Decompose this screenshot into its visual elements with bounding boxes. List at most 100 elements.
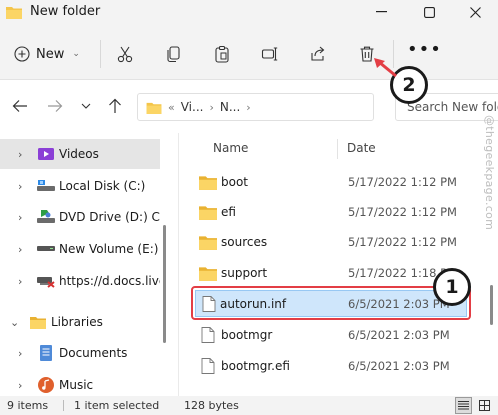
column-header-date[interactable]: Date xyxy=(347,141,376,155)
file-name: bootmgr xyxy=(221,328,273,342)
breadcrumb-segment[interactable]: N... xyxy=(220,100,240,114)
column-divider[interactable] xyxy=(337,139,338,159)
sidebar-item-new-volume[interactable]: › New Volume (E:) xyxy=(0,234,160,264)
file-name: bootmgr.efi xyxy=(221,359,290,373)
annotation-arrow xyxy=(374,58,397,78)
chevron-right-icon[interactable]: › xyxy=(18,211,22,224)
file-row[interactable]: boot 5/17/2022 1:12 PM xyxy=(191,168,481,196)
chevron-right-icon[interactable]: › xyxy=(18,347,22,360)
watermark: @thegeekpage.com xyxy=(483,115,496,231)
close-button[interactable] xyxy=(452,0,498,24)
file-date: 5/17/2022 1:12 PM xyxy=(348,205,457,219)
tiles-view-button[interactable] xyxy=(476,397,493,414)
cut-button[interactable] xyxy=(113,42,137,66)
chevron-right-icon: › xyxy=(246,100,251,114)
minimize-icon xyxy=(375,11,387,13)
clipboard-icon xyxy=(215,45,229,63)
column-header-name[interactable]: Name xyxy=(213,141,248,155)
folder-icon xyxy=(199,176,217,190)
chevron-right-icon[interactable]: › xyxy=(18,180,22,193)
copy-icon xyxy=(167,46,180,63)
up-button[interactable] xyxy=(104,95,126,117)
file-row[interactable]: efi 5/17/2022 1:12 PM xyxy=(191,198,481,226)
breadcrumb-segment[interactable]: Vi... xyxy=(181,100,204,114)
file-name: support xyxy=(221,266,268,280)
sidebar-scrollbar[interactable] xyxy=(163,225,166,343)
sidebar-item-music[interactable]: › Music xyxy=(0,370,160,396)
file-date: 6/5/2021 2:03 PM xyxy=(348,359,450,373)
folder-icon xyxy=(146,102,162,114)
search-placeholder: Search New folder xyxy=(407,100,498,114)
drive-icon xyxy=(37,242,55,256)
file-list: Name Date boot 5/17/2022 1:12 PM efi 5/1… xyxy=(178,133,498,396)
videos-icon xyxy=(37,147,55,161)
sidebar-item-documents[interactable]: › Documents xyxy=(0,338,160,368)
sidebar-item-local-disk[interactable]: › Local Disk (C:) xyxy=(0,171,160,201)
sidebar-item-videos[interactable]: › Videos xyxy=(0,139,160,169)
file-row[interactable]: sources 5/17/2022 1:12 PM xyxy=(191,228,481,256)
file-date: 6/5/2021 2:03 PM xyxy=(348,328,450,342)
arrow-left-icon xyxy=(12,100,27,112)
folder-icon xyxy=(199,267,217,281)
rename-button[interactable] xyxy=(258,42,282,66)
sidebar-item-libraries[interactable]: ⌄ Libraries xyxy=(0,307,160,337)
close-icon xyxy=(469,6,481,18)
chevron-right-icon[interactable]: › xyxy=(18,243,22,256)
file-row[interactable]: bootmgr.efi 6/5/2021 2:03 PM xyxy=(191,352,481,380)
paste-button[interactable] xyxy=(210,42,234,66)
drive-icon xyxy=(37,179,55,193)
arrow-right-icon xyxy=(48,100,63,112)
chevron-right-icon[interactable]: › xyxy=(18,379,22,392)
dvd-drive-icon xyxy=(37,210,55,224)
folder-icon xyxy=(199,236,217,250)
chevron-down-icon[interactable]: ⌄ xyxy=(10,316,19,329)
details-view-button[interactable] xyxy=(455,397,472,414)
forward-button[interactable] xyxy=(44,95,66,117)
annotation-highlight xyxy=(191,286,471,320)
breadcrumb-overflow-icon[interactable]: « xyxy=(168,101,175,114)
minimize-button[interactable] xyxy=(358,0,404,24)
copy-button[interactable] xyxy=(162,42,186,66)
back-button[interactable] xyxy=(9,95,31,117)
share-button[interactable] xyxy=(306,42,330,66)
sidebar-item-dvd-drive[interactable]: › DVD Drive (D:) CPB xyxy=(0,202,160,232)
status-selection: 1 item selected xyxy=(74,399,160,412)
navigation-pane: › Videos › Local Disk (C:) › DVD Drive (… xyxy=(0,133,178,396)
libraries-icon xyxy=(29,315,47,329)
plus-circle-icon xyxy=(14,46,30,62)
scissors-icon xyxy=(117,46,133,63)
share-icon xyxy=(311,46,325,61)
maximize-icon xyxy=(423,6,435,18)
annotation-badge-1: 1 xyxy=(433,268,471,306)
music-icon xyxy=(37,377,55,393)
new-button-label: New xyxy=(36,46,65,62)
file-name: efi xyxy=(221,205,236,219)
file-name: boot xyxy=(221,175,249,189)
file-row[interactable]: bootmgr 6/5/2021 2:03 PM xyxy=(191,321,481,349)
documents-icon xyxy=(37,345,55,361)
file-date: 5/17/2022 1:12 PM xyxy=(348,175,457,189)
status-bar: 9 items 1 item selected 128 bytes xyxy=(0,396,498,415)
details-view-icon xyxy=(458,401,469,410)
recent-locations-button[interactable] xyxy=(75,95,97,117)
file-list-scrollbar[interactable] xyxy=(490,285,493,325)
address-bar[interactable]: « Vi... › N... › xyxy=(137,93,374,121)
chevron-down-icon xyxy=(81,103,91,109)
chevron-right-icon[interactable]: › xyxy=(18,275,22,288)
tiles-view-icon xyxy=(479,400,490,411)
toolbar-divider xyxy=(100,40,101,68)
status-size: 128 bytes xyxy=(184,399,239,412)
chevron-right-icon[interactable]: › xyxy=(18,148,22,161)
file-icon xyxy=(201,358,215,374)
window-title: New folder xyxy=(30,4,101,19)
maximize-button[interactable] xyxy=(406,0,452,24)
folder-icon xyxy=(199,206,217,220)
sidebar-item-network-drive[interactable]: › https://d.docs.live.n xyxy=(0,266,160,296)
status-item-count: 9 items xyxy=(7,399,49,412)
more-options-button[interactable]: ••• xyxy=(407,41,441,66)
file-icon xyxy=(201,327,215,343)
title-bar: New folder xyxy=(0,0,498,28)
chevron-down-icon: ⌄ xyxy=(72,49,80,59)
new-button[interactable]: New ⌄ xyxy=(14,42,80,66)
rename-icon xyxy=(261,47,278,61)
